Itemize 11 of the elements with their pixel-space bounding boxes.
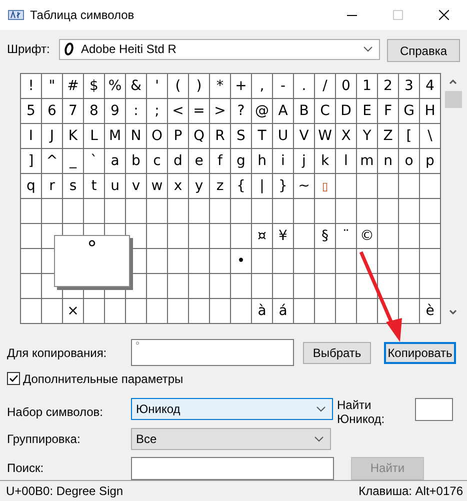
grouping-label: Группировка: [7,432,82,446]
find-unicode-label: Найти Юникод: [337,398,386,426]
search-label: Поиск: [7,461,45,475]
charset-label: Набор символов: [7,405,104,419]
font-label: Шрифт: [7,42,51,56]
window-title: Таблица символов [30,8,134,22]
copy-label: Для копирования: [7,346,108,360]
magnified-glyph: ° [87,238,97,258]
advanced-label: Дополнительные параметры [23,372,184,386]
status-text: U+00B0: Degree Sign [6,484,124,498]
key-text: Клавиша: Alt+0176 [358,484,463,498]
